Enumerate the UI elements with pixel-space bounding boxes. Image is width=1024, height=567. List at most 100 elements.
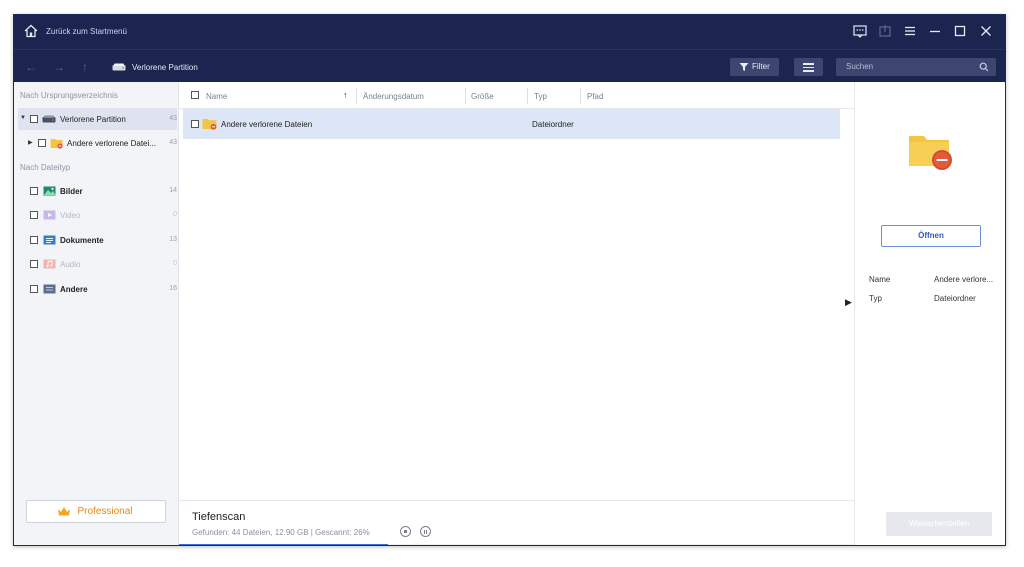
up-arrow-icon[interactable]: ↑ — [78, 60, 92, 74]
column-size[interactable]: Größe — [471, 92, 494, 101]
video-icon — [43, 210, 56, 220]
breadcrumb[interactable]: Verlorene Partition — [132, 63, 198, 72]
type-label: Bilder — [60, 187, 83, 196]
maximize-icon[interactable] — [952, 23, 968, 39]
filter-button[interactable]: Filter — [730, 58, 779, 76]
item-count: 14 — [169, 187, 177, 194]
checkbox[interactable] — [30, 285, 38, 293]
checkbox[interactable] — [30, 115, 38, 123]
type-label: Andere — [60, 285, 88, 294]
detail-name-value: Andere verlore... — [934, 275, 994, 284]
scan-title: Tiefenscan — [192, 511, 246, 523]
type-item-video[interactable]: Video 0 — [18, 204, 177, 226]
section-origin-heading: Nach Ursprungsverzeichnis — [20, 91, 118, 100]
column-type[interactable]: Typ — [534, 92, 547, 101]
row-checkbox[interactable] — [191, 120, 199, 128]
type-item-documents[interactable]: Dokumente 13 — [18, 229, 177, 251]
type-label: Dokumente — [60, 236, 104, 245]
collapsed-triangle-icon[interactable]: ▶ — [28, 139, 33, 146]
view-menu-button[interactable] — [794, 58, 823, 76]
scan-info: Gefunden: 44 Dateien, 12.90 GB | Gescann… — [192, 528, 370, 537]
back-arrow-icon[interactable]: ← — [24, 60, 38, 74]
column-header-row: Name ↑ Änderungsdatum Größe Typ Pfad — [179, 82, 854, 109]
column-name[interactable]: Name — [206, 92, 227, 101]
lost-folder-icon — [50, 139, 63, 149]
crown-icon — [58, 507, 70, 516]
type-label: Video — [60, 211, 81, 220]
other-files-icon — [43, 284, 56, 294]
table-row[interactable]: Andere verlorene Dateien Dateiordner — [183, 109, 840, 139]
professional-label: Professional — [77, 506, 133, 517]
file-name: Andere verlorene Dateien — [221, 120, 313, 129]
documents-icon — [43, 235, 56, 245]
sort-ascending-icon[interactable]: ↑ — [343, 90, 348, 100]
file-list: Name ↑ Änderungsdatum Größe Typ Pfad And… — [179, 82, 854, 500]
scan-status-bar: Tiefenscan Gefunden: 44 Dateien, 12.90 G… — [179, 500, 854, 545]
type-label: Audio — [60, 260, 81, 269]
export-icon[interactable] — [877, 23, 893, 39]
item-count: 43 — [169, 115, 177, 122]
checkbox[interactable] — [30, 187, 38, 195]
type-item-other[interactable]: Andere 16 — [18, 278, 177, 300]
audio-icon — [43, 259, 56, 269]
tree-item-label: Verlorene Partition — [60, 115, 126, 124]
stop-scan-button[interactable] — [400, 526, 411, 537]
drive-icon — [42, 115, 56, 123]
drive-icon — [112, 63, 126, 71]
column-divider — [465, 88, 466, 104]
checkbox[interactable] — [38, 139, 46, 147]
type-item-pictures[interactable]: Bilder 14 — [18, 180, 177, 202]
expanded-triangle-icon[interactable]: ▼ — [20, 115, 26, 121]
minimize-icon[interactable] — [927, 23, 943, 39]
close-icon[interactable] — [978, 23, 994, 39]
search-input[interactable]: Suchen — [836, 58, 996, 76]
item-count: 16 — [169, 285, 177, 292]
professional-upgrade-button[interactable]: Professional — [26, 500, 166, 523]
column-divider — [356, 88, 357, 104]
app-window: Zurück zum Startmenü ← → ↑ Verlorene Par… — [13, 14, 1006, 546]
tree-item-other-lost-files[interactable]: ▶ Andere verlorene Datei... 43 — [18, 132, 177, 154]
checkbox[interactable] — [30, 211, 38, 219]
item-count: 13 — [169, 236, 177, 243]
filter-icon — [739, 63, 749, 71]
pause-scan-button[interactable] — [420, 526, 431, 537]
detail-type-key: Typ — [869, 294, 882, 303]
type-item-audio[interactable]: Audio 0 — [18, 253, 177, 275]
feedback-icon[interactable] — [852, 23, 868, 39]
title-bar: Zurück zum Startmenü — [14, 15, 1005, 49]
forward-arrow-icon[interactable]: → — [52, 60, 66, 74]
column-divider — [580, 88, 581, 104]
details-panel: Öffnen Name Andere verlore... Typ Dateio… — [854, 82, 1005, 545]
pause-icon — [426, 529, 427, 534]
filter-label: Filter — [752, 62, 770, 71]
detail-name-key: Name — [869, 275, 891, 284]
pictures-icon — [43, 186, 56, 196]
open-button[interactable]: Öffnen — [881, 225, 981, 247]
restore-button[interactable]: Wiederherstellen — [886, 512, 992, 536]
expand-panel-icon[interactable]: ▶ — [845, 297, 852, 308]
back-to-start-link[interactable]: Zurück zum Startmenü — [46, 27, 127, 36]
stop-icon — [404, 530, 407, 533]
sidebar: Nach Ursprungsverzeichnis ▼ Verlorene Pa… — [14, 82, 179, 545]
column-divider — [527, 88, 528, 104]
lost-folder-icon — [909, 136, 952, 170]
select-all-checkbox[interactable] — [191, 91, 199, 99]
detail-type-value: Dateiordner — [934, 294, 976, 303]
section-type-heading: Nach Dateityp — [20, 163, 71, 172]
pause-icon — [423, 529, 425, 534]
menu-icon[interactable] — [902, 23, 918, 39]
scan-progress-track — [179, 544, 854, 545]
home-icon[interactable] — [24, 24, 38, 38]
item-count: 0 — [173, 260, 177, 267]
item-count: 0 — [173, 211, 177, 218]
checkbox[interactable] — [30, 236, 38, 244]
column-modified[interactable]: Änderungsdatum — [363, 92, 424, 101]
lost-folder-icon — [202, 119, 217, 130]
file-type: Dateiordner — [532, 120, 574, 129]
search-placeholder: Suchen — [846, 62, 874, 71]
checkbox[interactable] — [30, 260, 38, 268]
item-count: 43 — [169, 139, 177, 146]
column-path[interactable]: Pfad — [587, 92, 603, 101]
tree-item-lost-partition[interactable]: ▼ Verlorene Partition 43 — [18, 108, 177, 130]
search-icon[interactable] — [979, 62, 989, 72]
